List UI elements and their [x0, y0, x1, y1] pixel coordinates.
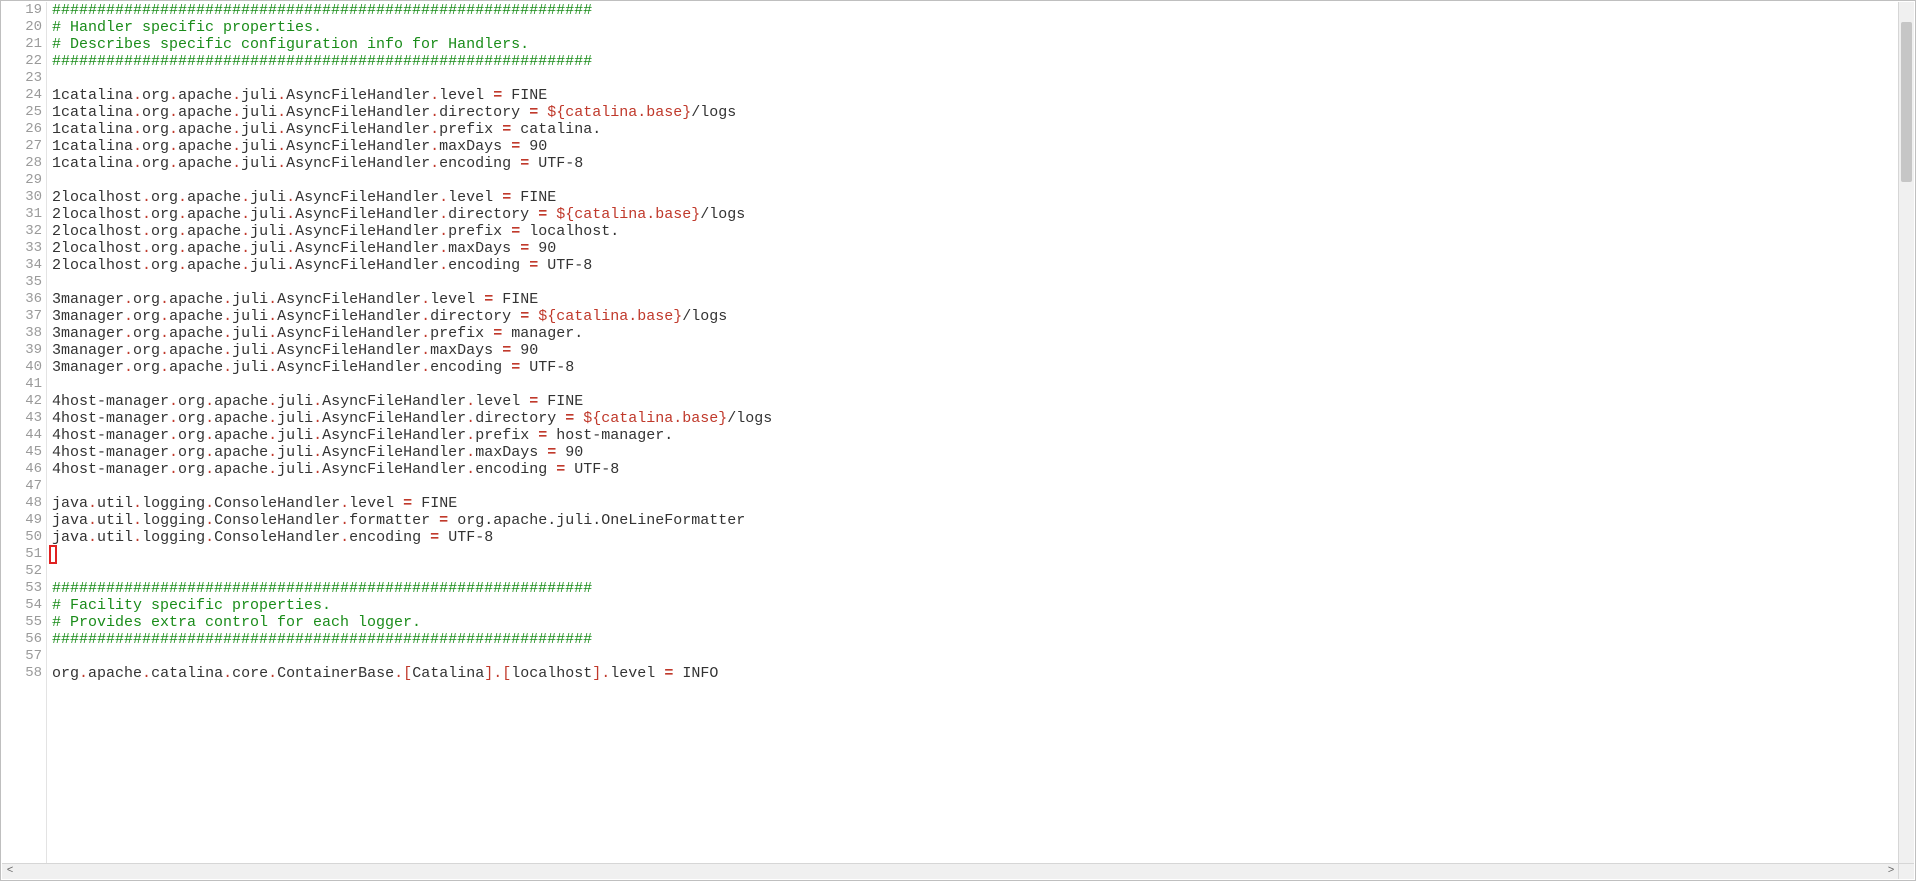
- line-number: 31: [2, 206, 42, 223]
- line-number: 29: [2, 172, 42, 189]
- scroll-left-icon[interactable]: <: [4, 866, 16, 877]
- code-line[interactable]: # Handler specific properties.: [52, 19, 322, 36]
- line-number: 26: [2, 121, 42, 138]
- line-number: 51: [2, 546, 42, 563]
- line-number: 57: [2, 648, 42, 665]
- code-line[interactable]: 1catalina.org.apache.juli.AsyncFileHandl…: [52, 121, 601, 138]
- line-number: 53: [2, 580, 42, 597]
- line-number: 50: [2, 529, 42, 546]
- code-line[interactable]: ########################################…: [52, 631, 592, 648]
- code-line[interactable]: 2localhost.org.apache.juli.AsyncFileHand…: [52, 206, 745, 223]
- line-number: 20: [2, 19, 42, 36]
- line-number: 52: [2, 563, 42, 580]
- line-number: 47: [2, 478, 42, 495]
- code-content[interactable]: ########################################…: [52, 2, 1899, 864]
- code-line[interactable]: 1catalina.org.apache.juli.AsyncFileHandl…: [52, 155, 583, 172]
- code-line[interactable]: 2localhost.org.apache.juli.AsyncFileHand…: [52, 257, 592, 274]
- line-number: 41: [2, 376, 42, 393]
- code-editor: 1920212223242526272829303132333435363738…: [0, 0, 1916, 881]
- line-number: 33: [2, 240, 42, 257]
- code-line[interactable]: 2localhost.org.apache.juli.AsyncFileHand…: [52, 223, 619, 240]
- line-number: 39: [2, 342, 42, 359]
- code-line[interactable]: 4host-manager.org.apache.juli.AsyncFileH…: [52, 393, 583, 410]
- line-number: 34: [2, 257, 42, 274]
- line-number-gutter: 1920212223242526272829303132333435363738…: [2, 2, 47, 864]
- line-number: 45: [2, 444, 42, 461]
- line-number: 58: [2, 665, 42, 682]
- line-number: 46: [2, 461, 42, 478]
- line-number: 54: [2, 597, 42, 614]
- line-number: 43: [2, 410, 42, 427]
- line-number: 44: [2, 427, 42, 444]
- code-line[interactable]: org.apache.catalina.core.ContainerBase.[…: [52, 665, 718, 682]
- code-line[interactable]: 4host-manager.org.apache.juli.AsyncFileH…: [52, 427, 673, 444]
- code-line[interactable]: # Provides extra control for each logger…: [52, 614, 421, 631]
- code-line[interactable]: 4host-manager.org.apache.juli.AsyncFileH…: [52, 444, 583, 461]
- code-line[interactable]: 3manager.org.apache.juli.AsyncFileHandle…: [52, 308, 727, 325]
- line-number: 56: [2, 631, 42, 648]
- code-line[interactable]: 2localhost.org.apache.juli.AsyncFileHand…: [52, 189, 556, 206]
- line-number: 22: [2, 53, 42, 70]
- line-number: 30: [2, 189, 42, 206]
- line-number: 42: [2, 393, 42, 410]
- code-line[interactable]: 3manager.org.apache.juli.AsyncFileHandle…: [52, 291, 538, 308]
- code-line[interactable]: # Facility specific properties.: [52, 597, 331, 614]
- code-line[interactable]: 4host-manager.org.apache.juli.AsyncFileH…: [52, 461, 619, 478]
- horizontal-scrollbar[interactable]: < >: [2, 863, 1899, 879]
- code-line[interactable]: ########################################…: [52, 580, 592, 597]
- vertical-scrollbar[interactable]: [1898, 2, 1914, 864]
- scrollbar-corner: [1898, 863, 1914, 879]
- line-number: 35: [2, 274, 42, 291]
- code-line[interactable]: 3manager.org.apache.juli.AsyncFileHandle…: [52, 342, 538, 359]
- code-line[interactable]: java.util.logging.ConsoleHandler.level =…: [52, 495, 457, 512]
- code-line[interactable]: ########################################…: [52, 2, 592, 19]
- code-line[interactable]: 3manager.org.apache.juli.AsyncFileHandle…: [52, 359, 574, 376]
- line-number: 27: [2, 138, 42, 155]
- line-number: 23: [2, 70, 42, 87]
- line-number: 24: [2, 87, 42, 104]
- line-number: 28: [2, 155, 42, 172]
- code-line[interactable]: 4host-manager.org.apache.juli.AsyncFileH…: [52, 410, 772, 427]
- code-line[interactable]: # Describes specific configuration info …: [52, 36, 529, 53]
- line-number: 55: [2, 614, 42, 631]
- line-number: 21: [2, 36, 42, 53]
- line-number: 36: [2, 291, 42, 308]
- code-line[interactable]: 2localhost.org.apache.juli.AsyncFileHand…: [52, 240, 556, 257]
- line-number: 32: [2, 223, 42, 240]
- line-number: 40: [2, 359, 42, 376]
- code-line[interactable]: ########################################…: [52, 53, 592, 70]
- editor-viewport[interactable]: 1920212223242526272829303132333435363738…: [2, 2, 1899, 864]
- line-number: 19: [2, 2, 42, 19]
- line-number: 49: [2, 512, 42, 529]
- scroll-right-icon[interactable]: >: [1885, 866, 1897, 877]
- code-line[interactable]: java.util.logging.ConsoleHandler.encodin…: [52, 529, 493, 546]
- code-line[interactable]: 1catalina.org.apache.juli.AsyncFileHandl…: [52, 104, 736, 121]
- line-number: 25: [2, 104, 42, 121]
- code-line[interactable]: 3manager.org.apache.juli.AsyncFileHandle…: [52, 325, 583, 342]
- code-line[interactable]: java.util.logging.ConsoleHandler.formatt…: [52, 512, 745, 529]
- line-number: 38: [2, 325, 42, 342]
- line-number: 37: [2, 308, 42, 325]
- line-number: 48: [2, 495, 42, 512]
- vertical-scrollbar-thumb[interactable]: [1901, 22, 1912, 182]
- code-line[interactable]: 1catalina.org.apache.juli.AsyncFileHandl…: [52, 138, 547, 155]
- code-line[interactable]: 1catalina.org.apache.juli.AsyncFileHandl…: [52, 87, 547, 104]
